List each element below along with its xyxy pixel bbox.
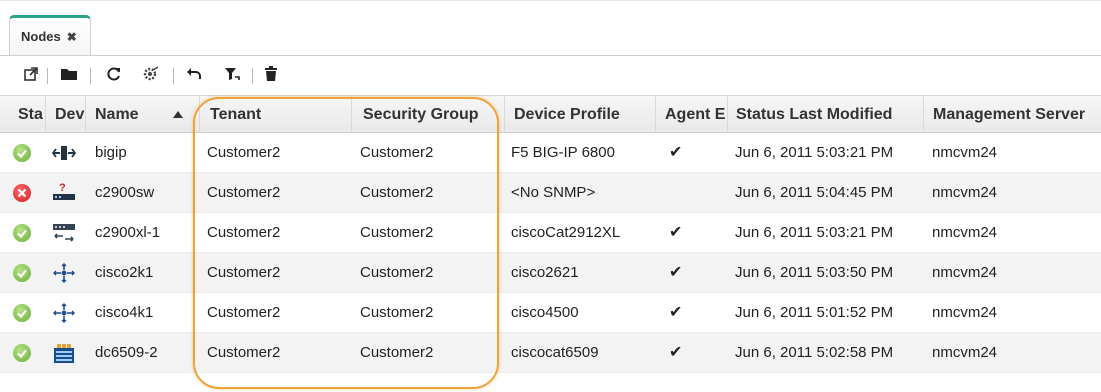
table-row[interactable]: c2900xl-1 Customer2 Customer2 ciscoCat29… — [0, 213, 1101, 253]
unknown-device-icon: ? — [52, 182, 76, 204]
management-server-cell: nmcvm24 — [932, 304, 998, 321]
status-last-modified-cell: Jun 6, 2011 5:01:52 PM — [735, 304, 894, 321]
node-name[interactable]: cisco4k1 — [95, 293, 153, 333]
svg-text:?: ? — [59, 182, 66, 194]
status-ok-icon — [13, 144, 31, 162]
table-row[interactable]: ? c2900sw Customer2 Customer2 <No SNMP> … — [0, 173, 1101, 213]
column-header-security-group[interactable]: Security Group — [352, 96, 505, 133]
column-header-status-last-modified[interactable]: Status Last Modified — [728, 96, 924, 133]
status-ok-icon — [13, 304, 31, 322]
status-last-modified-cell: Jun 6, 2011 5:04:45 PM — [735, 184, 894, 201]
column-header-tenant[interactable]: Tenant — [200, 96, 352, 133]
toolbar-separator — [90, 68, 91, 84]
configure-poll-icon[interactable] — [140, 63, 162, 85]
tab-strip: Nodes ✖ — [0, 0, 1101, 56]
node-name[interactable]: c2900sw — [95, 173, 154, 213]
table-row[interactable]: cisco2k1 Customer2 Customer2 cisco2621 ✔… — [0, 253, 1101, 293]
status-error-icon — [13, 184, 31, 202]
management-server-cell: nmcvm24 — [932, 184, 998, 201]
security-group-cell: Customer2 — [360, 184, 434, 201]
table-row[interactable]: cisco4k1 Customer2 Customer2 cisco4500 ✔… — [0, 293, 1101, 333]
tenant-cell: Customer2 — [207, 144, 281, 161]
agent-enabled-check: ✔ — [669, 144, 683, 161]
router-icon — [52, 262, 76, 284]
device-profile-cell: ciscocat6509 — [511, 344, 599, 361]
toolbar-separator — [173, 68, 174, 84]
status-last-modified-cell: Jun 6, 2011 5:02:58 PM — [735, 344, 894, 361]
load-balancer-icon — [51, 142, 77, 164]
status-ok-icon — [13, 264, 31, 282]
column-header-device-profile[interactable]: Device Profile — [505, 96, 656, 133]
column-header-device-type[interactable]: Dev — [46, 96, 86, 133]
node-name[interactable]: cisco2k1 — [95, 253, 153, 293]
table-row[interactable]: bigip Customer2 Customer2 F5 BIG-IP 6800… — [0, 133, 1101, 173]
column-header-agent[interactable]: Agent E — [656, 96, 728, 133]
chassis-switch-icon — [52, 342, 76, 364]
management-server-cell: nmcvm24 — [932, 144, 998, 161]
table-header: Sta Dev Name Tenant Security Group Devic… — [0, 95, 1101, 133]
node-name[interactable]: c2900xl-1 — [95, 213, 160, 253]
close-icon[interactable]: ✖ — [67, 30, 77, 44]
agent-enabled-check: ✔ — [669, 304, 683, 321]
device-profile-cell: F5 BIG-IP 6800 — [511, 144, 615, 161]
agent-enabled-check: ✔ — [669, 344, 683, 361]
node-name[interactable]: bigip — [95, 133, 127, 173]
agent-enabled-check: ✔ — [669, 264, 683, 281]
agent-enabled-check: ✔ — [669, 224, 683, 241]
filter-undo-icon[interactable] — [222, 63, 244, 85]
tab-label: Nodes — [21, 29, 61, 44]
column-header-management-server[interactable]: Management Server — [924, 96, 1101, 133]
node-name[interactable]: dc6509-2 — [95, 333, 158, 373]
toolbar-separator — [47, 68, 48, 84]
device-profile-cell: cisco4500 — [511, 304, 579, 321]
switch-icon — [52, 222, 76, 244]
undo-icon[interactable] — [183, 63, 205, 85]
management-server-cell: nmcvm24 — [932, 344, 998, 361]
tenant-cell: Customer2 — [207, 344, 281, 361]
management-server-cell: nmcvm24 — [932, 224, 998, 241]
nodes-table: Sta Dev Name Tenant Security Group Devic… — [0, 95, 1101, 392]
device-profile-cell: cisco2621 — [511, 264, 579, 281]
status-last-modified-cell: Jun 6, 2011 5:03:21 PM — [735, 144, 894, 161]
folder-icon[interactable] — [58, 63, 80, 85]
device-profile-cell: <No SNMP> — [511, 184, 596, 201]
tenant-cell: Customer2 — [207, 224, 281, 241]
router-icon — [52, 302, 76, 324]
device-profile-cell: ciscoCat2912XL — [511, 224, 621, 241]
status-last-modified-cell: Jun 6, 2011 5:03:50 PM — [735, 264, 894, 281]
tenant-cell: Customer2 — [207, 184, 281, 201]
tab-strip-divider — [0, 55, 1101, 56]
status-ok-icon — [13, 224, 31, 242]
table-row[interactable]: dc6509-2 Customer2 Customer2 ciscocat650… — [0, 333, 1101, 373]
sort-ascending-icon[interactable] — [173, 111, 183, 118]
toolbar-separator — [252, 68, 253, 84]
status-last-modified-cell: Jun 6, 2011 5:03:21 PM — [735, 224, 894, 241]
security-group-cell: Customer2 — [360, 264, 434, 281]
refresh-icon[interactable] — [103, 63, 125, 85]
tenant-cell: Customer2 — [207, 304, 281, 321]
tenant-cell: Customer2 — [207, 264, 281, 281]
tab-nodes[interactable]: Nodes ✖ — [9, 15, 91, 55]
open-external-icon[interactable] — [20, 63, 42, 85]
toolbar — [0, 57, 1101, 93]
management-server-cell: nmcvm24 — [932, 264, 998, 281]
column-header-status[interactable]: Sta — [12, 96, 46, 133]
security-group-cell: Customer2 — [360, 224, 434, 241]
security-group-cell: Customer2 — [360, 304, 434, 321]
security-group-cell: Customer2 — [360, 344, 434, 361]
delete-icon[interactable] — [260, 63, 282, 85]
security-group-cell: Customer2 — [360, 144, 434, 161]
status-ok-icon — [13, 344, 31, 362]
